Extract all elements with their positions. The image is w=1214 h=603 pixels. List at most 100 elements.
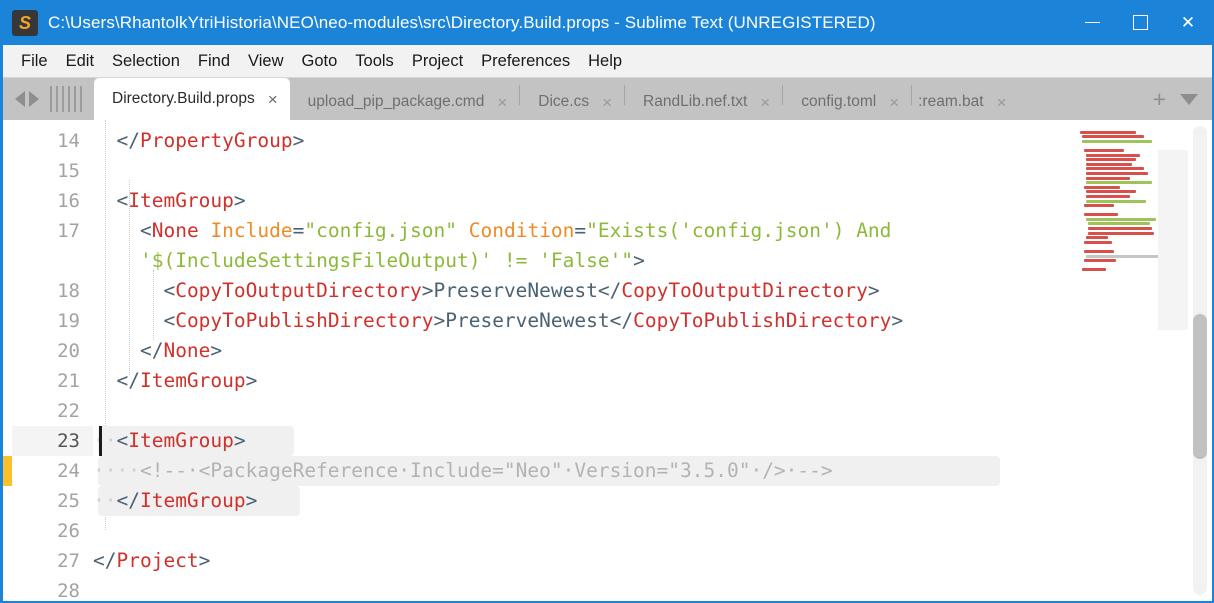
tab-list: Directory.Build.props × upload_pip_package… — [94, 78, 1143, 120]
minimap-line — [1084, 185, 1120, 189]
line-number: 21 — [57, 370, 80, 392]
code-line[interactable]: <CopyToPublishDirectory>PreserveNewest</… — [93, 306, 903, 336]
tab-close-icon[interactable]: × — [602, 94, 612, 111]
pane-grip-handle[interactable] — [46, 78, 94, 120]
code-content[interactable]: </PropertyGroup> <ItemGroup> <None Inclu… — [93, 120, 1212, 601]
tab-bar-controls: + — [1143, 78, 1212, 120]
logo-letter: S — [18, 12, 31, 33]
code-line[interactable]: ····<!--·<PackageReference·Include="Neo"… — [93, 456, 833, 486]
new-tab-button[interactable]: + — [1153, 87, 1166, 111]
tab-nav-arrows — [3, 78, 46, 120]
tab-label: RandLib.nef.txt — [643, 93, 748, 110]
code-line[interactable]: </ItemGroup> — [93, 366, 257, 396]
minimap[interactable] — [1074, 120, 1188, 601]
minimap-line — [1082, 268, 1106, 272]
editor-area[interactable]: 14 15 16 17 18 19 20 21 22 23 24 25 26 27 28 </Propert… — [3, 120, 1212, 601]
code-line[interactable]: '$(IncludeSettingsFileOutput)' != 'False… — [93, 246, 645, 276]
minimap-line — [1086, 254, 1160, 258]
tab-ream-bat[interactable]: :ream.bat × — [912, 84, 1018, 120]
code-token: </ — [609, 309, 634, 332]
minimap-line — [1088, 231, 1154, 235]
code-token: > — [867, 279, 880, 302]
code-token: CopyToPublishDirectory — [633, 309, 892, 332]
minimap-line — [1086, 217, 1156, 221]
code-token: < — [116, 429, 129, 452]
menu-item-tools[interactable]: Tools — [346, 49, 403, 74]
code-token: </ — [116, 489, 140, 512]
menu-item-preferences[interactable]: Preferences — [472, 49, 579, 74]
code-line[interactable]: ··</ItemGroup> — [93, 486, 257, 516]
tab-label: :ream.bat — [918, 93, 984, 110]
code-token: > — [198, 549, 211, 572]
code-token: </ — [597, 279, 622, 302]
code-token: None — [151, 219, 199, 242]
minimize-button[interactable] — [1068, 0, 1116, 45]
tab-close-icon[interactable]: × — [760, 94, 770, 111]
line-number: 19 — [57, 310, 80, 332]
tab-close-icon[interactable]: × — [268, 91, 278, 108]
vertical-scrollbar[interactable] — [1188, 120, 1212, 601]
minimap-line — [1084, 204, 1114, 208]
scrollbar-thumb[interactable] — [1193, 313, 1207, 459]
nav-prev-icon[interactable] — [15, 91, 25, 107]
nav-next-icon[interactable] — [29, 91, 39, 107]
menu-item-find[interactable]: Find — [189, 49, 239, 74]
modified-line-marker — [3, 456, 12, 486]
line-number: 22 — [57, 400, 80, 422]
code-token: </ — [116, 369, 140, 392]
tab-config-toml[interactable]: config.toml × — [783, 84, 911, 120]
minimap-viewport[interactable] — [1158, 150, 1188, 330]
minimap-line — [1086, 153, 1140, 157]
menu-item-view[interactable]: View — [239, 49, 292, 74]
tab-close-icon[interactable]: × — [889, 94, 899, 111]
tab-menu-chevron-down-icon[interactable] — [1180, 93, 1198, 105]
tab-label: upload_pip_package.cmd — [307, 93, 485, 110]
code-line[interactable]: </PropertyGroup> — [93, 126, 304, 156]
minimap-line — [1086, 162, 1132, 166]
tab-close-icon[interactable]: × — [497, 94, 507, 111]
minimap-line — [1084, 259, 1116, 263]
menu-item-help[interactable]: Help — [579, 49, 631, 74]
code-token: None — [163, 339, 211, 362]
code-token: <!--·<PackageReference·Include="Neo"·Ver… — [139, 459, 833, 482]
code-token: > — [421, 279, 434, 302]
close-button[interactable]: ✕ — [1164, 0, 1212, 45]
code-line[interactable]: <CopyToOutputDirectory>PreserveNewest</C… — [93, 276, 880, 306]
tab-close-icon[interactable]: × — [997, 94, 1007, 111]
code-line[interactable]: </Project> — [93, 546, 210, 576]
code-token: < — [116, 189, 129, 212]
code-line[interactable]: </None> — [93, 336, 222, 366]
tab-label: config.toml — [801, 93, 877, 110]
maximize-button[interactable] — [1116, 0, 1164, 45]
tab-dice-cs[interactable]: Dice.cs × — [520, 84, 624, 120]
menu-item-file[interactable]: File — [12, 49, 57, 74]
code-token: "config.json" — [304, 219, 457, 242]
menu-item-project[interactable]: Project — [403, 49, 472, 74]
code-line[interactable]: ··<ItemGroup> — [93, 426, 246, 456]
minimap-line — [1086, 181, 1152, 185]
minimap-line — [1084, 240, 1112, 244]
code-token: "Exists('config.json') And — [586, 219, 892, 242]
code-line[interactable]: <ItemGroup> — [93, 186, 245, 216]
minimap-line — [1086, 158, 1136, 162]
menu-item-selection[interactable]: Selection — [103, 49, 189, 74]
menu-item-goto[interactable]: Goto — [293, 49, 347, 74]
code-token: > — [210, 339, 223, 362]
tab-randlib-nef-txt[interactable]: RandLib.nef.txt × — [625, 84, 782, 120]
change-marker-gutter — [3, 120, 12, 601]
tab-label: Directory.Build.props — [112, 90, 255, 107]
sublime-text-logo-icon: S — [12, 9, 38, 36]
title-bar: S C:\Users\RhantolkYtriHistoria\NEO\neo-… — [3, 0, 1212, 45]
line-number: 23 — [12, 426, 93, 456]
line-number: 27 — [57, 550, 80, 572]
tab-upload-pip-package-cmd[interactable]: upload_pip_package.cmd × — [290, 84, 520, 120]
tab-directory-build-props[interactable]: Directory.Build.props × — [94, 78, 290, 120]
menu-item-edit[interactable]: Edit — [57, 49, 103, 74]
window-controls: ✕ — [1068, 0, 1212, 45]
code-line[interactable]: <None Include="config.json" Condition="E… — [93, 216, 891, 246]
